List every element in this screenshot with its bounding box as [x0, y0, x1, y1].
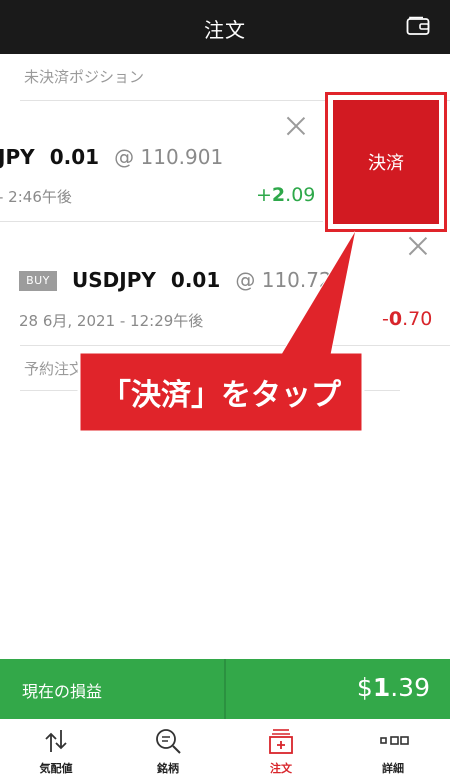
bottom-tab-bar: 気配値 銘柄 注文 詳細	[0, 719, 450, 778]
pl-label: 現在の損益	[22, 682, 103, 701]
tab-details[interactable]: 詳細	[337, 719, 449, 778]
tab-label: 銘柄	[157, 762, 179, 775]
tab-label: 詳細	[382, 762, 404, 775]
tab-label: 気配値	[39, 762, 73, 775]
tab-quotes[interactable]: 気配値	[0, 719, 112, 778]
details-icon	[380, 736, 409, 745]
search-icon	[156, 729, 181, 754]
pl-separator	[224, 659, 226, 719]
tab-label: 注文	[270, 762, 292, 775]
tab-symbols[interactable]: 銘柄	[112, 719, 224, 778]
order-icon	[269, 729, 293, 754]
pl-value: $1.39	[356, 673, 430, 702]
pl-bar: 現在の損益 $1.39	[0, 659, 450, 719]
tab-orders[interactable]: 注文	[225, 719, 337, 778]
callout-text: 「決済」をタップ	[101, 378, 341, 413]
quotes-icon	[45, 730, 67, 752]
